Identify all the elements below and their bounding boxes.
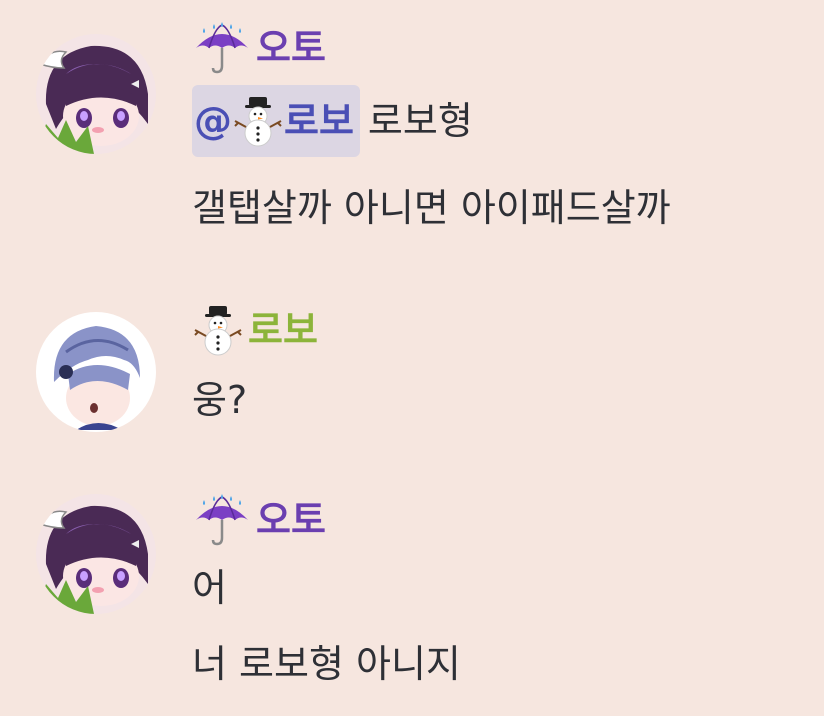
umbrella-rain-icon <box>192 494 252 546</box>
umbrella-rain-icon <box>192 22 252 74</box>
message-text: 너 로보형 아니지 <box>192 642 461 686</box>
message-text: 웅? <box>192 378 248 422</box>
author-name[interactable]: 오토 <box>256 22 326 74</box>
author-row: 로보 <box>192 304 318 356</box>
message-text: 어 <box>192 566 227 610</box>
avatar-oto-image <box>36 494 156 614</box>
message-text: 로보형 <box>367 99 473 143</box>
avatar-robo-image <box>36 312 156 432</box>
author-name[interactable]: 오토 <box>256 494 326 546</box>
message-line: 너 로보형 아니지 <box>192 638 461 690</box>
avatar-robo[interactable] <box>36 312 156 432</box>
snowman-icon <box>232 95 284 147</box>
message-line: @ 로보 로보형 <box>192 85 473 157</box>
message-line: 어 <box>192 562 227 614</box>
message-line: 갤탭살까 아니면 아이패드살까 <box>192 182 671 234</box>
author-row: 오토 <box>192 22 326 74</box>
mention-name: 로보 <box>284 99 354 143</box>
message-text: 갤탭살까 아니면 아이패드살까 <box>192 186 671 230</box>
author-row: 오토 <box>192 494 326 546</box>
avatar-oto[interactable] <box>36 494 156 614</box>
author-name[interactable]: 로보 <box>248 304 318 356</box>
mention-prefix: @ <box>194 99 232 143</box>
avatar-oto-image <box>36 34 156 154</box>
avatar-oto[interactable] <box>36 34 156 154</box>
snowman-icon <box>192 304 244 356</box>
user-mention[interactable]: @ 로보 <box>192 85 360 157</box>
message-line: 웅? <box>192 374 247 426</box>
